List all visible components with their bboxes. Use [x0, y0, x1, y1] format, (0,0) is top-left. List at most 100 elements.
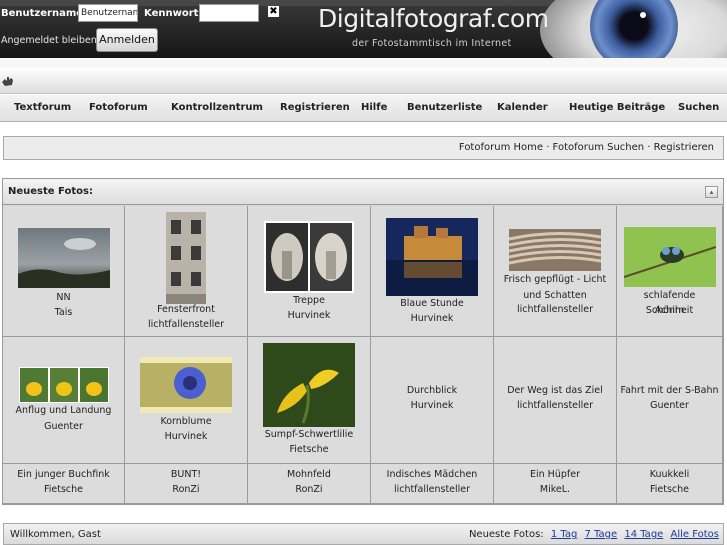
photo-cell[interactable]: Mohnfeld RonZi — [248, 464, 371, 504]
status-footer: Willkommen, Gast Neueste Fotos: 1 Tag 7 … — [3, 523, 724, 545]
photo-cell[interactable]: Anflug und Landung Guenter — [3, 337, 125, 464]
photo-author[interactable]: Hurvinek — [373, 398, 491, 413]
photo-title: Durchblick — [406, 385, 458, 396]
collapse-icon[interactable]: ▴ — [705, 186, 718, 198]
photo-title: Kornblume — [160, 416, 212, 427]
photo-cell[interactable]: schlafende Schönheit Achim — [617, 206, 723, 337]
nav-fotoforum[interactable]: Fotoforum — [89, 102, 148, 113]
photo-title: Blaue Stunde — [400, 298, 464, 309]
password-label: Kennwort: — [144, 8, 203, 19]
photo-author[interactable]: Fietsche — [250, 442, 368, 457]
photo-title: Ein Hüpfer — [530, 469, 580, 480]
photo-author[interactable]: Fietsche — [5, 482, 122, 497]
newest-photos-panel: Neueste Fotos: ▴ NN Tais Fensterfront li… — [2, 178, 724, 505]
photo-author[interactable]: lichtfallensteller — [496, 398, 614, 413]
photo-cell[interactable]: NN Tais — [3, 206, 125, 337]
panel-header: Neueste Fotos: ▴ — [3, 179, 723, 205]
photo-author[interactable]: lichtfallensteller — [496, 302, 614, 317]
photo-thumbnail[interactable] — [17, 228, 110, 288]
photo-cell[interactable]: Kornblume Hurvinek — [125, 337, 248, 464]
main-nav: Textforum Fotoforum Kontrollzentrum Regi… — [0, 94, 727, 122]
toolbar — [0, 68, 727, 94]
photo-title: Treppe — [293, 295, 325, 306]
photo-author[interactable]: Tais — [5, 305, 122, 320]
photo-author[interactable]: Hurvinek — [250, 308, 368, 323]
photo-author[interactable]: Achim — [619, 303, 720, 318]
photo-thumbnail[interactable] — [509, 229, 601, 271]
photo-author[interactable]: Hurvinek — [373, 311, 491, 326]
photo-author[interactable]: Guenter — [619, 398, 720, 413]
nav-benutzerliste[interactable]: Benutzerliste — [407, 102, 482, 113]
forum-links[interactable]: Fotoforum Home · Fotoforum Suchen · Regi… — [459, 142, 714, 153]
photo-author[interactable]: Guenter — [5, 419, 122, 434]
nav-hilfe[interactable]: Hilfe — [361, 102, 387, 113]
photo-author[interactable]: MikeL. — [496, 482, 614, 497]
photo-thumbnail[interactable] — [386, 218, 478, 296]
newest-photos-filter: Neueste Fotos: 1 Tag 7 Tage 14 Tage Alle… — [469, 529, 719, 540]
header-spacer — [0, 58, 727, 68]
photo-title: Indisches Mädchen — [386, 469, 478, 480]
photo-title: NN — [56, 292, 71, 303]
filter-all-photos-link[interactable]: Alle Fotos — [671, 529, 720, 540]
photo-author[interactable]: RonZi — [127, 482, 245, 497]
filter-7-days-link[interactable]: 7 Tage — [585, 529, 618, 540]
photo-cell[interactable]: Durchblick Hurvinek — [371, 337, 494, 464]
remember-me-label[interactable]: Angemeldet bleiben? — [1, 35, 102, 46]
photo-cell[interactable]: Fahrt mit der S-Bahn Guenter — [617, 337, 723, 464]
photo-title: Anflug und Landung — [15, 405, 112, 416]
photo-thumbnail[interactable] — [264, 221, 354, 293]
hand-icon[interactable] — [1, 76, 14, 87]
photo-cell[interactable]: BUNT! RonZi — [125, 464, 248, 504]
username-label: Benutzername: — [1, 8, 88, 19]
photo-title: Der Weg ist das Ziel — [507, 385, 603, 396]
username-input[interactable]: Benutzernan — [78, 4, 138, 22]
photo-cell[interactable]: Ein junger Buchfink Fietsche — [3, 464, 125, 504]
photo-author[interactable]: Hurvinek — [127, 429, 245, 444]
newest-photos-label: Neueste Fotos: — [468, 529, 544, 540]
photo-author[interactable]: lichtfallensteller — [373, 482, 491, 497]
photo-cell[interactable]: Kuukkeli Fietsche — [617, 464, 723, 504]
photo-author[interactable]: Fietsche — [619, 482, 720, 497]
welcome-text: Willkommen, Gast — [10, 529, 101, 540]
photo-title: Kuukkeli — [649, 469, 690, 480]
photo-thumbnail[interactable] — [166, 212, 206, 304]
panel-title: Neueste Fotos: — [8, 186, 93, 197]
password-input[interactable] — [199, 4, 259, 22]
photo-cell[interactable]: Der Weg ist das Ziel lichtfallensteller — [494, 337, 617, 464]
nav-suchen[interactable]: Suchen — [678, 102, 719, 113]
filter-1-day-link[interactable]: 1 Tag — [551, 529, 577, 540]
photo-cell[interactable]: Treppe Hurvinek — [248, 206, 371, 337]
photo-title: BUNT! — [170, 469, 202, 480]
filter-14-days-link[interactable]: 14 Tage — [624, 529, 663, 540]
photo-cell[interactable]: Blaue Stunde Hurvinek — [371, 206, 494, 337]
photo-thumbnail[interactable] — [140, 357, 232, 413]
photo-title: Sumpf-Schwertlilie — [264, 429, 354, 440]
photo-title: Fensterfront — [157, 304, 215, 315]
nav-kalender[interactable]: Kalender — [497, 102, 548, 113]
photo-cell[interactable]: Sumpf-Schwertlilie Fietsche — [248, 337, 371, 464]
nav-registrieren[interactable]: Registrieren — [280, 102, 350, 113]
eye-glint — [640, 12, 646, 18]
forum-links-bar: Fotoforum Home · Fotoforum Suchen · Regi… — [3, 136, 724, 160]
close-icon[interactable]: ✖ — [268, 6, 279, 17]
photo-title: Ein junger Buchfink — [17, 469, 110, 480]
site-header: Benutzername: Benutzernan Kennwort: ✖ An… — [0, 0, 727, 58]
photo-cell[interactable]: Ein Hüpfer MikeL. — [494, 464, 617, 504]
login-button[interactable]: Anmelden — [96, 28, 158, 52]
site-logo[interactable]: Digitalfotograf.com — [318, 4, 549, 33]
nav-textforum[interactable]: Textforum — [14, 102, 71, 113]
photo-thumbnail[interactable] — [18, 367, 109, 403]
nav-heutige-beitraege[interactable]: Heutige Beiträge — [569, 102, 665, 113]
photo-cell[interactable]: Indisches Mädchen lichtfallensteller — [371, 464, 494, 504]
site-tagline: der Fotostammtisch im Internet — [352, 38, 512, 49]
photo-title: Frisch gepflügt - Licht und Schatten — [503, 274, 607, 301]
nav-kontrollzentrum[interactable]: Kontrollzentrum — [171, 102, 263, 113]
photo-author[interactable]: RonZi — [250, 482, 368, 497]
photo-thumbnail[interactable] — [263, 343, 355, 427]
photo-thumbnail[interactable] — [623, 227, 716, 287]
photo-title: Fahrt mit der S-Bahn — [620, 385, 719, 396]
photo-cell[interactable]: Frisch gepflügt - Licht und Schatten lic… — [494, 206, 617, 337]
photo-cell[interactable]: Fensterfront lichtfallensteller — [125, 206, 248, 337]
photo-title: Mohnfeld — [287, 469, 331, 480]
photo-author[interactable]: lichtfallensteller — [127, 317, 245, 332]
